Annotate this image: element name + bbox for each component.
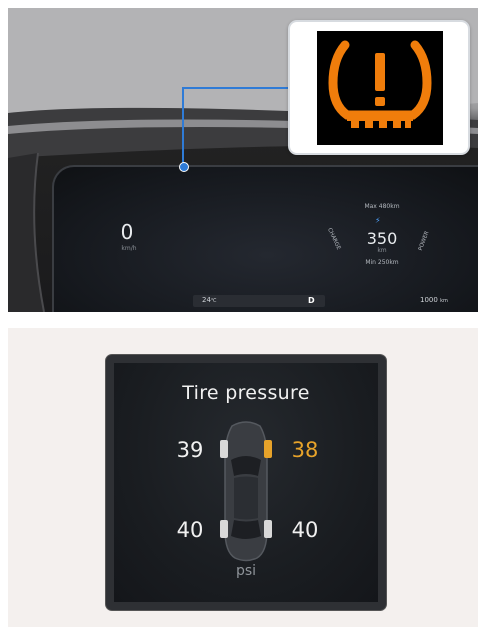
range-unit: km: [377, 247, 387, 254]
callout-dot: [179, 162, 189, 172]
rear-right-pressure: 40: [291, 518, 319, 542]
range-min-label: Min 250km: [365, 259, 399, 266]
car-top-view-icon: [220, 421, 272, 562]
front-left-pressure: 39: [176, 438, 204, 462]
warning-indicator-background: [317, 31, 443, 145]
tire-front-right: [264, 440, 272, 458]
outside-temperature: 24℃: [202, 296, 217, 304]
tire-pressure-title: Tire pressure: [182, 382, 310, 404]
tire-rear-right: [264, 520, 272, 538]
pressure-unit: psi: [235, 563, 257, 579]
speed-unit: km/h: [121, 245, 137, 252]
rear-left-pressure: 40: [176, 518, 204, 542]
charging-plug-icon: ⚡: [375, 216, 381, 225]
odometer: 1000 km: [420, 296, 448, 304]
range-value: 350: [366, 229, 398, 248]
tire-pressure-warning-icon: [328, 40, 432, 128]
gear-indicator: D: [308, 296, 315, 305]
warning-indicator-callout: [288, 20, 470, 155]
speed-value: 0: [120, 220, 134, 244]
range-max-label: Max 480km: [364, 203, 400, 210]
tire-front-left: [220, 440, 228, 458]
tire-rear-left: [220, 520, 228, 538]
front-right-pressure: 38: [291, 438, 319, 462]
